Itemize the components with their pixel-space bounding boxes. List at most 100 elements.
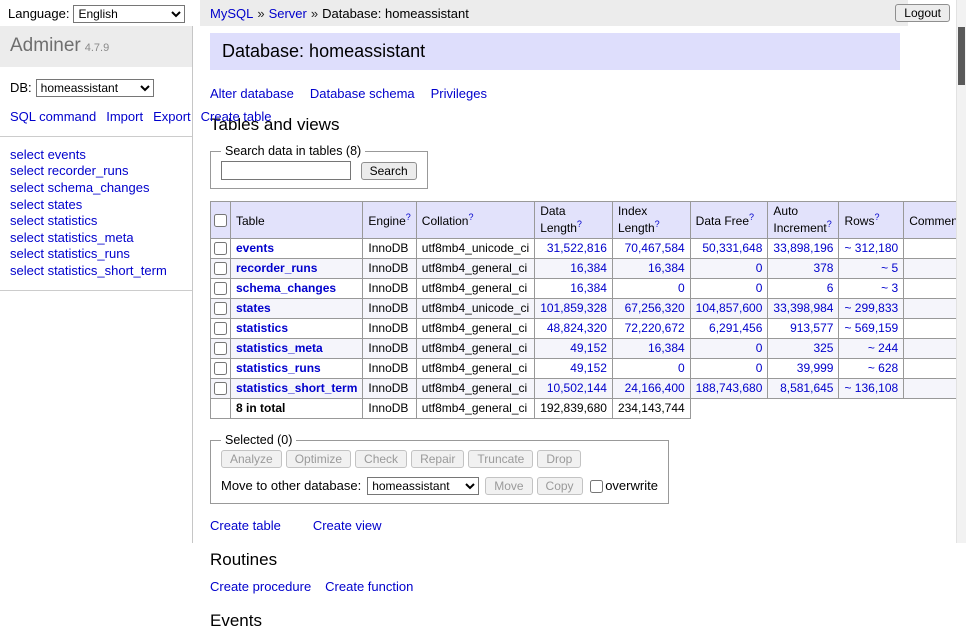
index-length-link[interactable]: 70,467,584: [625, 241, 685, 255]
create-link[interactable]: Create table: [210, 518, 281, 533]
sidebar-table-link[interactable]: select recorder_runs: [10, 163, 182, 179]
data-length-link[interactable]: 49,152: [570, 361, 607, 375]
rows-count-link[interactable]: ~ 299,833: [844, 301, 898, 315]
sidebar-table-link[interactable]: select schema_changes: [10, 180, 182, 196]
table-name-link[interactable]: events: [236, 241, 274, 255]
data-free-link[interactable]: 188,743,680: [696, 381, 763, 395]
data-free-link[interactable]: 50,331,648: [702, 241, 762, 255]
auto-increment-link[interactable]: 325: [813, 341, 833, 355]
search-button[interactable]: Search: [361, 162, 417, 180]
auto-increment-link[interactable]: 378: [813, 261, 833, 275]
auto-increment-link[interactable]: 39,999: [797, 361, 834, 375]
row-checkbox[interactable]: [214, 262, 227, 275]
breadcrumb-server-link[interactable]: Server: [269, 6, 307, 21]
sidebar-action-link[interactable]: SQL command: [10, 109, 96, 124]
rows-count-link[interactable]: ~ 628: [868, 361, 898, 375]
auto-increment-link[interactable]: 33,398,984: [773, 301, 833, 315]
auto-increment-link[interactable]: 6: [827, 281, 834, 295]
database-nav-link[interactable]: Privileges: [431, 86, 487, 101]
column-help-link[interactable]: ?: [655, 219, 660, 229]
rows-count-link[interactable]: ~ 569,159: [844, 321, 898, 335]
scrollbar[interactable]: [956, 0, 966, 543]
table-name-link[interactable]: statistics_runs: [236, 361, 321, 375]
index-length-link[interactable]: 16,384: [648, 341, 685, 355]
row-checkbox[interactable]: [214, 242, 227, 255]
column-help-link[interactable]: ?: [468, 212, 473, 222]
scrollbar-thumb[interactable]: [958, 27, 965, 85]
data-length-link[interactable]: 48,824,320: [547, 321, 607, 335]
sidebar-table-link[interactable]: select statistics: [10, 213, 182, 229]
database-nav-link[interactable]: Alter database: [210, 86, 294, 101]
data-free-link[interactable]: 0: [756, 361, 763, 375]
rows-count-link[interactable]: ~ 5: [881, 261, 898, 275]
column-help-link[interactable]: ?: [874, 212, 879, 222]
data-length-link[interactable]: 16,384: [570, 281, 607, 295]
data-length-link[interactable]: 101,859,328: [540, 301, 607, 315]
database-nav-link[interactable]: Database schema: [310, 86, 415, 101]
table-name-link[interactable]: statistics: [236, 321, 288, 335]
row-checkbox[interactable]: [214, 302, 227, 315]
sidebar-action-link[interactable]: Import: [106, 109, 143, 124]
sidebar-table-link[interactable]: select states: [10, 197, 182, 213]
row-checkbox[interactable]: [214, 342, 227, 355]
language-select[interactable]: English: [73, 5, 185, 23]
logout-button[interactable]: Logout: [895, 4, 950, 22]
table-name-link[interactable]: statistics_meta: [236, 341, 323, 355]
auto-increment-link[interactable]: 913,577: [790, 321, 833, 335]
index-length-link[interactable]: 72,220,672: [625, 321, 685, 335]
index-length-cell: 0: [612, 359, 690, 379]
sidebar-table-link[interactable]: select events: [10, 147, 182, 163]
data-length-link[interactable]: 10,502,144: [547, 381, 607, 395]
data-length-link[interactable]: 16,384: [570, 261, 607, 275]
data-length-link[interactable]: 31,522,816: [547, 241, 607, 255]
breadcrumb-mysql-link[interactable]: MySQL: [210, 6, 253, 21]
table-row: statistics InnoDB utf8mb4_general_ci 48,…: [211, 319, 966, 339]
column-help-link[interactable]: ?: [577, 219, 582, 229]
sidebar: Adminer4.7.9 DB:homeassistant SQL comman…: [0, 26, 193, 543]
db-select[interactable]: homeassistant: [36, 79, 154, 97]
index-length-link[interactable]: 16,384: [648, 261, 685, 275]
rows-count-link[interactable]: ~ 3: [881, 281, 898, 295]
data-free-link[interactable]: 0: [756, 261, 763, 275]
table-name-link[interactable]: states: [236, 301, 271, 315]
breadcrumb-current: Database: homeassistant: [322, 6, 469, 21]
move-db-select[interactable]: homeassistant: [367, 477, 479, 495]
adminer-logo-link[interactable]: Adminer: [10, 35, 81, 56]
sidebar-table-link[interactable]: select statistics_runs: [10, 246, 182, 262]
rows-count-link[interactable]: ~ 244: [868, 341, 898, 355]
sidebar-action-link[interactable]: Export: [153, 109, 191, 124]
auto-increment-link[interactable]: 8,581,645: [780, 381, 833, 395]
index-length-link[interactable]: 24,166,400: [625, 381, 685, 395]
rows-count-link[interactable]: ~ 312,180: [844, 241, 898, 255]
row-checkbox[interactable]: [214, 322, 227, 335]
overwrite-checkbox[interactable]: [590, 480, 603, 493]
data-free-link[interactable]: 104,857,600: [696, 301, 763, 315]
create-link[interactable]: Create view: [313, 518, 382, 533]
sidebar-table-link[interactable]: select statistics_short_term: [10, 263, 182, 279]
sidebar-action-link[interactable]: Create table: [201, 109, 272, 124]
index-length-link[interactable]: 67,256,320: [625, 301, 685, 315]
column-help-link[interactable]: ?: [406, 212, 411, 222]
table-name-link[interactable]: statistics_short_term: [236, 381, 357, 395]
table-name-link[interactable]: recorder_runs: [236, 261, 317, 275]
column-help-link[interactable]: ?: [827, 219, 832, 229]
row-checkbox[interactable]: [214, 382, 227, 395]
data-free-link[interactable]: 0: [756, 341, 763, 355]
collation-cell: utf8mb4_unicode_ci: [416, 299, 534, 319]
row-checkbox[interactable]: [214, 362, 227, 375]
rows-count-link[interactable]: ~ 136,108: [844, 381, 898, 395]
data-length-link[interactable]: 49,152: [570, 341, 607, 355]
index-length-link[interactable]: 0: [678, 281, 685, 295]
routine-link[interactable]: Create procedure: [210, 579, 311, 594]
table-name-link[interactable]: schema_changes: [236, 281, 336, 295]
data-free-link[interactable]: 6,291,456: [709, 321, 762, 335]
select-all-checkbox[interactable]: [214, 214, 227, 227]
column-help-link[interactable]: ?: [749, 212, 754, 222]
routine-link[interactable]: Create function: [325, 579, 413, 594]
data-free-link[interactable]: 0: [756, 281, 763, 295]
auto-increment-link[interactable]: 33,898,196: [773, 241, 833, 255]
row-checkbox[interactable]: [214, 282, 227, 295]
sidebar-table-link[interactable]: select statistics_meta: [10, 230, 182, 246]
search-input[interactable]: [221, 161, 351, 180]
index-length-link[interactable]: 0: [678, 361, 685, 375]
